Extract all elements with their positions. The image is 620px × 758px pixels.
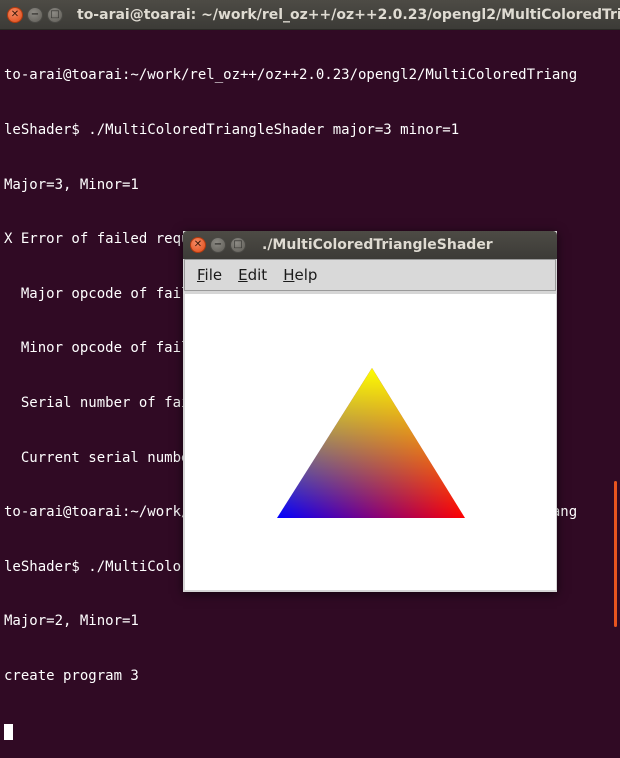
app-titlebar[interactable]: ✕ − □ ./MultiColoredTriangleShader (183, 231, 557, 259)
terminal-titlebar[interactable]: ✕ − □ to-arai@toarai: ~/work/rel_oz++/oz… (0, 0, 620, 30)
triangle-svg (277, 368, 465, 518)
terminal-cursor-line (4, 722, 616, 740)
maximize-icon[interactable]: □ (230, 237, 246, 253)
terminal-scrollbar-thumb[interactable] (614, 481, 617, 627)
terminal-line: to-arai@toarai:~/work/rel_oz++/oz++2.0.2… (4, 67, 578, 84)
app-window-buttons: ✕ − □ (190, 237, 246, 253)
menu-bar: File Edit Help (184, 259, 556, 291)
terminal-title: to-arai@toarai: ~/work/rel_oz++/oz++2.0.… (77, 6, 620, 23)
minimize-icon[interactable]: − (27, 6, 43, 23)
maximize-icon[interactable]: □ (47, 6, 63, 23)
opengl-canvas[interactable] (185, 294, 556, 590)
menu-edit[interactable]: Edit (238, 266, 267, 284)
terminal-window-buttons: ✕ − □ (7, 6, 63, 23)
terminal-line: Major=2, Minor=1 (4, 613, 139, 630)
terminal-line: create program 3 (4, 667, 139, 684)
menu-file[interactable]: File (197, 266, 222, 284)
minimize-icon[interactable]: − (210, 237, 226, 253)
app-title: ./MultiColoredTriangleShader (262, 237, 493, 253)
close-icon[interactable]: ✕ (190, 237, 206, 253)
terminal-line: Major=3, Minor=1 (4, 176, 139, 193)
terminal-cursor (4, 723, 13, 740)
menu-help[interactable]: Help (283, 266, 317, 284)
multicolored-triangle (277, 368, 465, 518)
close-icon[interactable]: ✕ (7, 6, 23, 23)
terminal-line: leShader$ ./MultiColoredTriangleShader m… (4, 122, 460, 138)
app-window: ✕ − □ ./MultiColoredTriangleShader File … (183, 231, 557, 592)
